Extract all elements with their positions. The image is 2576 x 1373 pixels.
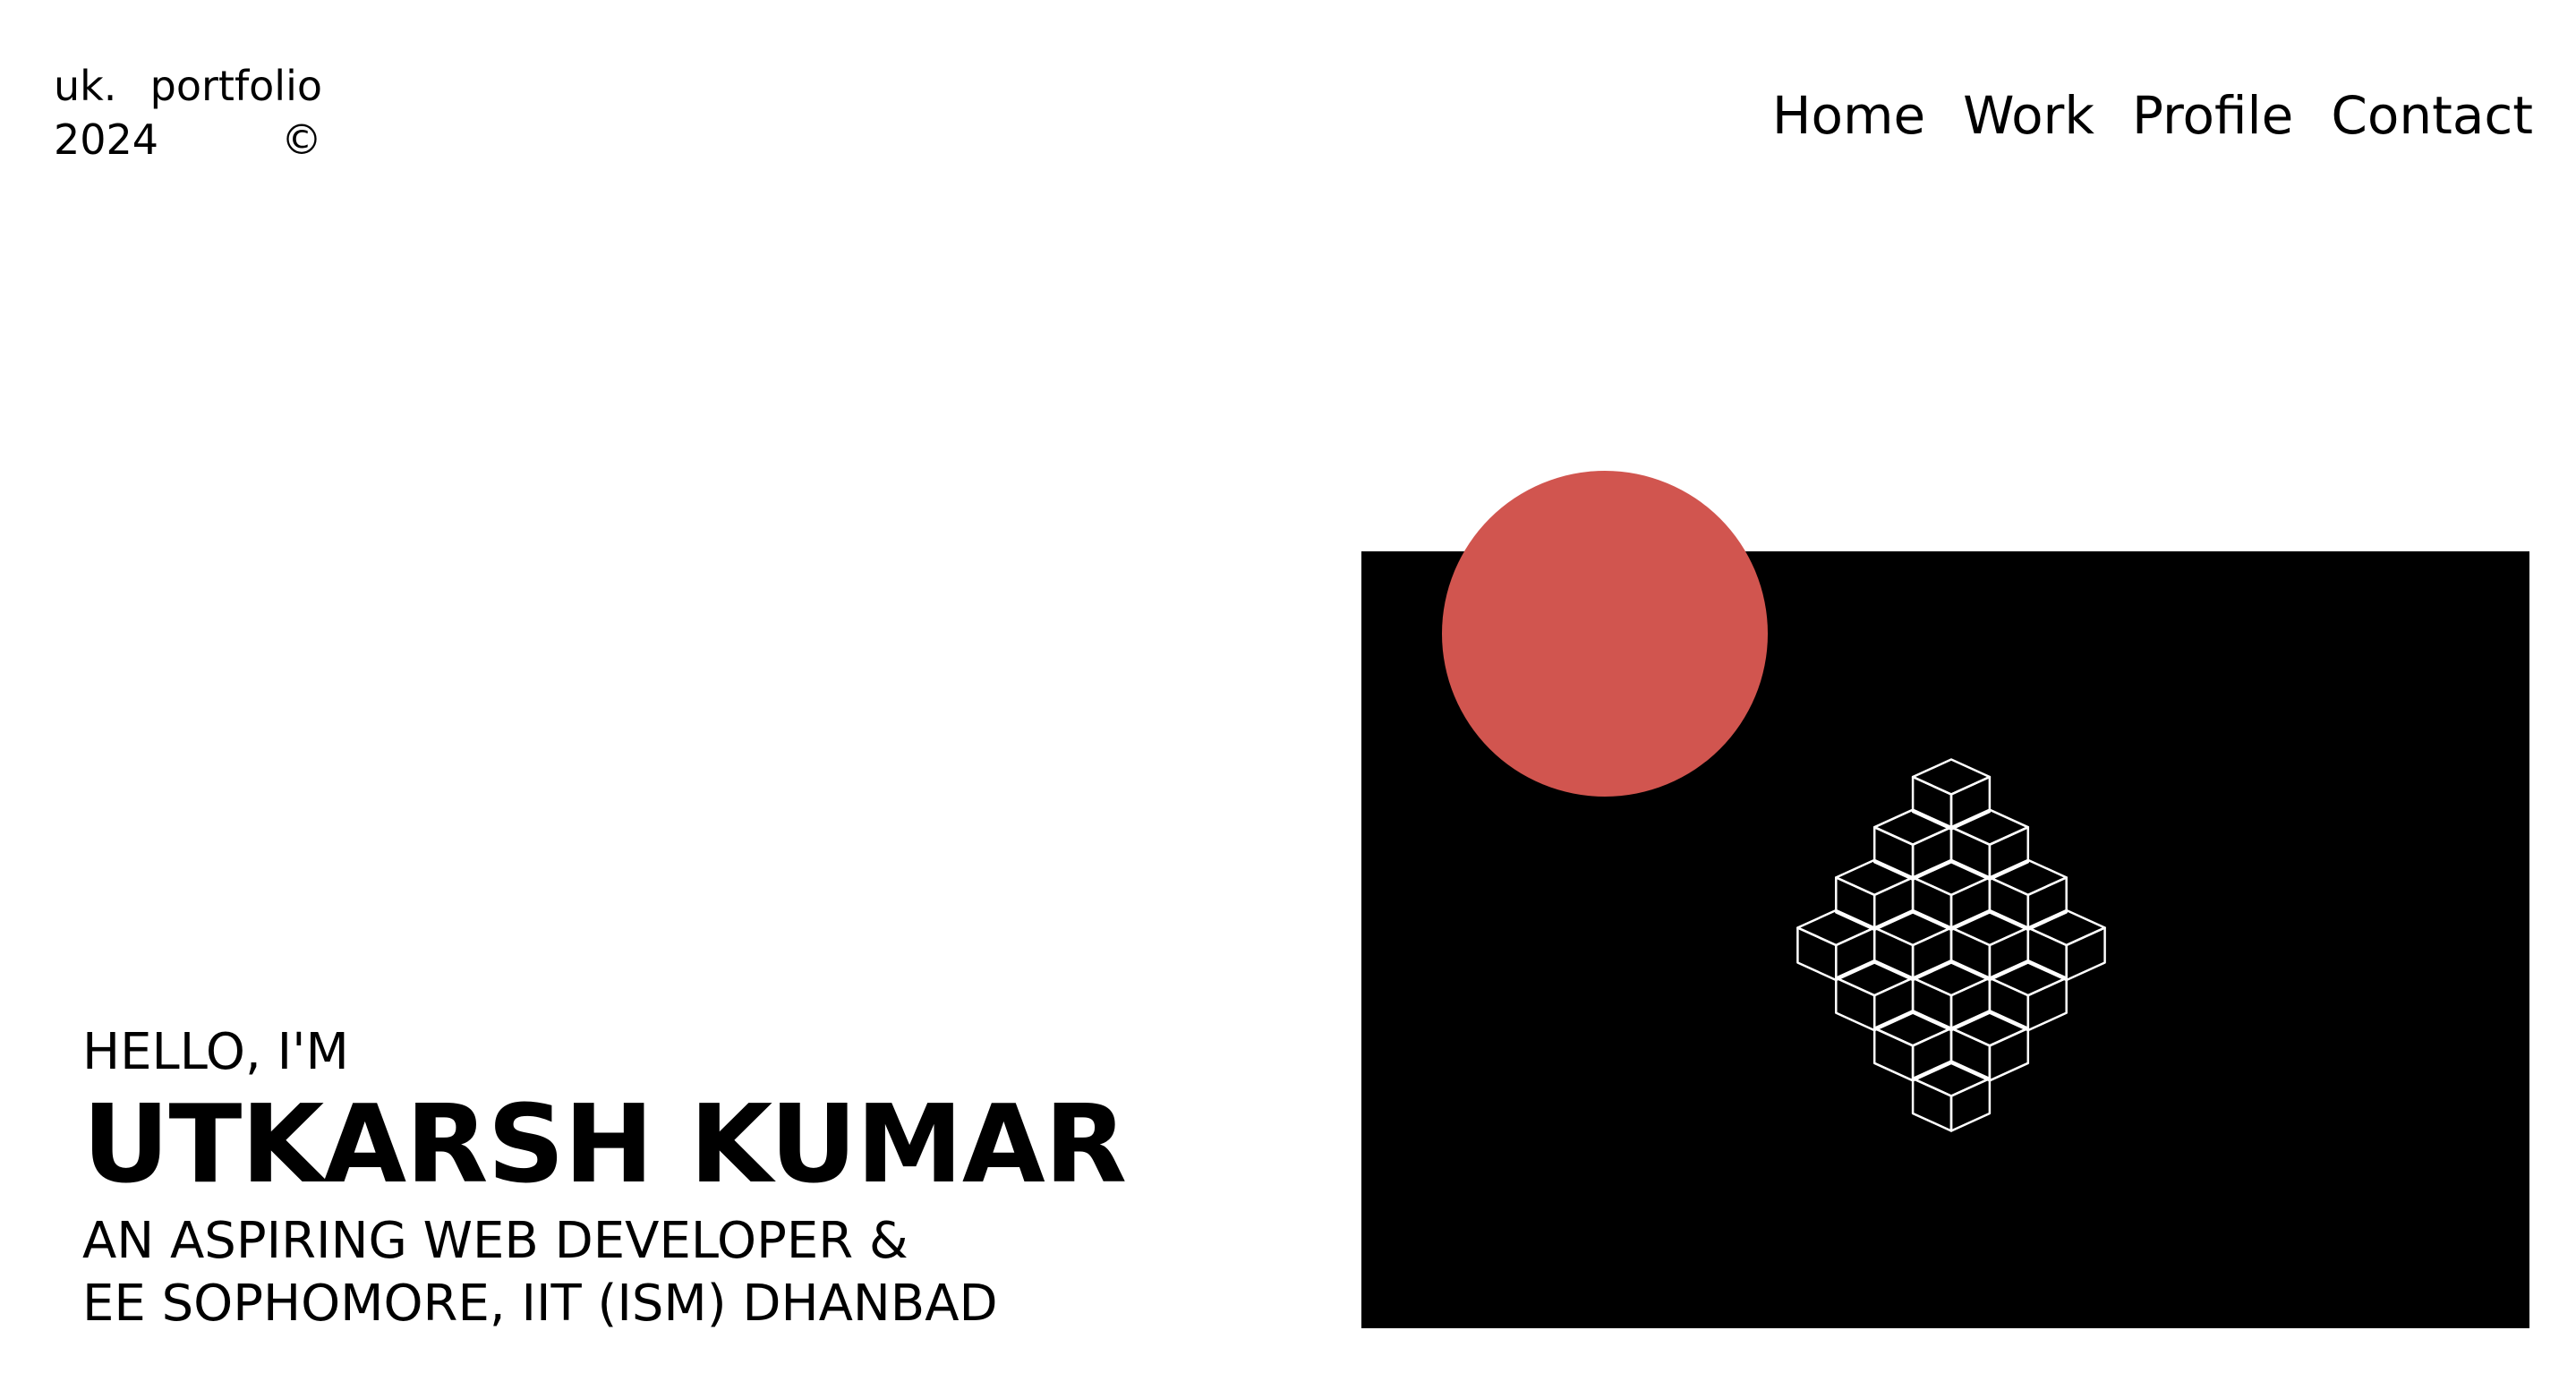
hero-name: UTKARSH KUMAR: [82, 1083, 1127, 1207]
hero-tagline-line-1: AN ASPIRING WEB DEVELOPER &: [82, 1212, 908, 1270]
cube-outline: [1949, 808, 2030, 881]
logo-line-1: uk. portfolio: [54, 59, 322, 113]
cube-outline: [1949, 908, 2030, 982]
cube-outline: [1988, 858, 2068, 932]
logo-word: portfolio: [149, 62, 322, 110]
site-logo[interactable]: uk. portfolio 2024 ©: [54, 59, 322, 166]
cube-outline: [1988, 959, 2068, 1032]
nav-contact-link[interactable]: Contact: [2331, 82, 2533, 149]
cube-outline: [1872, 1010, 1953, 1082]
cube-outline: [1872, 808, 1953, 881]
logo-year: 2024: [54, 115, 159, 164]
logo-line-2: 2024 ©: [54, 113, 322, 166]
cube-outline: [1872, 908, 1953, 982]
cube-outline: [1796, 908, 1876, 982]
hero-greeting: HELLO, I'M: [82, 1023, 349, 1081]
cube-outline: [1835, 858, 1915, 932]
hero-tagline-line-2: EE SOPHOMORE, IIT (ISM) DHANBAD: [82, 1275, 998, 1333]
cube-outline: [1911, 858, 1992, 932]
cube-outline: [1949, 1010, 2030, 1082]
nav-profile-link[interactable]: Profile: [2132, 82, 2293, 149]
cube-outline: [1911, 959, 1992, 1032]
cube-outline: [1911, 758, 1992, 831]
copyright-symbol: ©: [281, 115, 322, 164]
main-nav: Home Work Profile Contact: [1772, 82, 2533, 149]
cube-outline: [1911, 1060, 1992, 1132]
cube-outline: [1835, 959, 1915, 1032]
cube-outline: [2026, 908, 2106, 982]
isometric-cube-illustration: [1796, 758, 2106, 1132]
nav-home-link[interactable]: Home: [1772, 82, 1925, 149]
hero-intro: HELLO, I'M UTKARSH KUMAR AN ASPIRING WEB…: [82, 1020, 1127, 1335]
logo-initials: uk.: [54, 62, 117, 110]
nav-work-link[interactable]: Work: [1963, 82, 2094, 149]
